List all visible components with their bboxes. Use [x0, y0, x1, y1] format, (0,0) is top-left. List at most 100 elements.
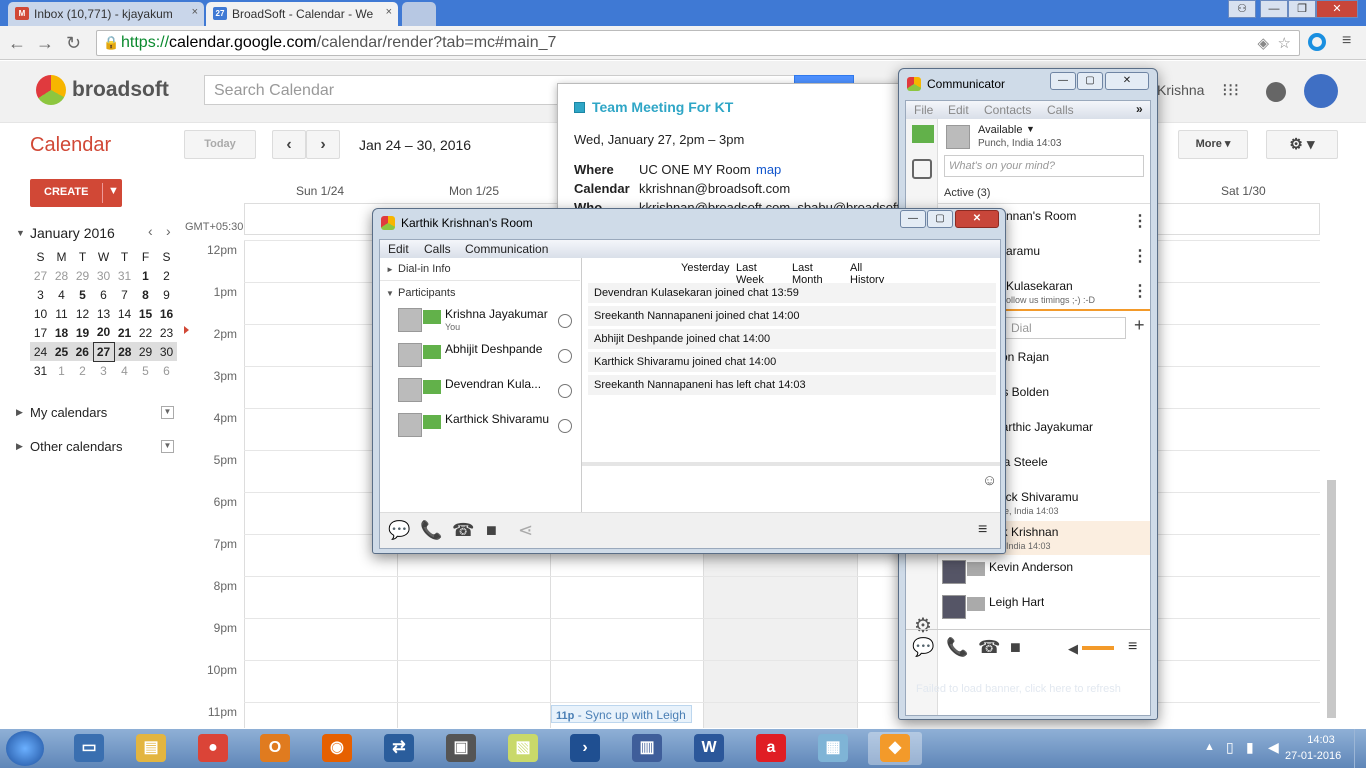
day-cell[interactable]: 16: [156, 304, 177, 323]
chat-bubble-icon[interactable]: [558, 384, 572, 398]
day-cell[interactable]: 31: [30, 361, 51, 380]
settings-gear-icon[interactable]: ⚙: [914, 613, 932, 638]
other-calendars-dropdown-icon[interactable]: ▼: [161, 440, 174, 453]
taskbar-app-button[interactable]: ▣: [434, 732, 488, 765]
settings-gear-icon[interactable]: ⚙ ▾: [1266, 130, 1338, 159]
desk-phone-icon[interactable]: ☎: [978, 637, 1000, 658]
day-cell[interactable]: 18: [51, 323, 72, 342]
menu-overflow-icon[interactable]: »: [1136, 102, 1143, 116]
extension-circle-icon[interactable]: [1308, 33, 1326, 51]
day-cell[interactable]: 12: [72, 304, 93, 323]
day-cell[interactable]: 22: [135, 323, 156, 342]
collapse-triangle-icon[interactable]: ▼: [386, 289, 394, 298]
forward-icon[interactable]: →: [36, 33, 54, 54]
contact-row[interactable]: Kevin Anderson: [938, 556, 1150, 591]
day-cell[interactable]: 19: [72, 323, 93, 342]
add-icon[interactable]: +: [1134, 315, 1145, 336]
tab-calendar[interactable]: 27 BroadSoft - Calendar - We ×: [206, 2, 398, 26]
menu-edit[interactable]: Edit: [948, 103, 969, 117]
other-calendars-link[interactable]: Other calendars: [30, 439, 123, 454]
history-filter[interactable]: Yesterday: [681, 262, 730, 274]
day-cell[interactable]: 27: [30, 266, 51, 285]
tray-arrow-icon[interactable]: ▲: [1204, 741, 1215, 753]
share-icon[interactable]: ⋖: [518, 520, 533, 541]
more-vert-icon[interactable]: ⋮: [1132, 211, 1148, 231]
minimize-button[interactable]: —: [900, 210, 926, 228]
map-link[interactable]: map: [756, 162, 781, 177]
building-icon[interactable]: [912, 159, 932, 179]
back-icon[interactable]: ←: [8, 33, 26, 54]
volume-slider[interactable]: [1082, 646, 1114, 650]
day-cell[interactable]: 2: [72, 361, 93, 380]
day-cell[interactable]: 7: [114, 285, 135, 304]
contact-row[interactable]: Leigh Hart: [938, 591, 1150, 626]
menu-edit[interactable]: Edit: [388, 242, 409, 256]
splitter[interactable]: [582, 462, 1000, 466]
day-cell[interactable]: 2: [156, 266, 177, 285]
day-cell[interactable]: 31: [114, 266, 135, 285]
day-cell[interactable]: 20: [93, 323, 114, 342]
close-button[interactable]: ✕: [1316, 0, 1358, 18]
expand-triangle-icon[interactable]: ▶: [16, 441, 23, 452]
day-cell[interactable]: 29: [135, 342, 156, 361]
reload-icon[interactable]: ↻: [66, 33, 81, 54]
menu-file[interactable]: File: [914, 103, 933, 117]
chat-bubble-icon[interactable]: [558, 419, 572, 433]
day-cell[interactable]: 8: [135, 285, 156, 304]
clock-date[interactable]: 27-01-2016: [1285, 750, 1341, 762]
maximize-button[interactable]: ▢: [1077, 72, 1103, 90]
taskbar-app-button[interactable]: W: [682, 732, 736, 765]
video-icon[interactable]: ■: [1010, 637, 1021, 658]
day-cell[interactable]: 1: [51, 361, 72, 380]
menu-calls[interactable]: Calls: [424, 242, 451, 256]
mini-cal-next-icon[interactable]: ›: [166, 223, 171, 239]
day-cell[interactable]: 25: [51, 342, 72, 361]
day-cell[interactable]: 13: [93, 304, 114, 323]
day-cell[interactable]: 1: [135, 266, 156, 285]
more-button[interactable]: More ▾: [1178, 130, 1248, 159]
taskbar-app-button[interactable]: ●: [186, 732, 240, 765]
show-desktop-button[interactable]: [1354, 729, 1366, 768]
taskbar-app-button[interactable]: ⇄: [372, 732, 426, 765]
event-title[interactable]: Team Meeting For KT: [592, 99, 733, 115]
day-header-mon[interactable]: Mon 1/25: [449, 184, 499, 198]
create-button[interactable]: CREATE ▼: [30, 179, 122, 207]
taskbar-app-button[interactable]: ▥: [620, 732, 674, 765]
taskbar-app-button[interactable]: ▦: [806, 732, 860, 765]
collapse-triangle-icon[interactable]: ▼: [16, 228, 25, 238]
active-section-label[interactable]: Active (3): [944, 187, 990, 199]
volume-icon[interactable]: ◀: [1268, 739, 1279, 756]
mood-input[interactable]: What's on your mind?: [944, 155, 1144, 177]
address-bar[interactable]: 🔒 https://calendar.google.com/calendar/r…: [96, 30, 1300, 56]
taskbar-app-button[interactable]: O: [248, 732, 302, 765]
menu-contacts[interactable]: Contacts: [984, 103, 1031, 117]
event-chip[interactable]: 11p - Sync up with Leigh: [551, 705, 692, 723]
extension-icon[interactable]: ◈: [1257, 34, 1269, 52]
day-cell[interactable]: 6: [156, 361, 177, 380]
day-cell[interactable]: 24: [30, 342, 51, 361]
day-cell[interactable]: 10: [30, 304, 51, 323]
day-cell[interactable]: 11: [51, 304, 72, 323]
day-cell[interactable]: 9: [156, 285, 177, 304]
profile-icon[interactable]: ⚇: [1228, 0, 1256, 18]
participants-label[interactable]: Participants: [398, 287, 455, 299]
my-calendars-link[interactable]: My calendars: [30, 405, 107, 420]
bookmark-star-icon[interactable]: ☆: [1278, 34, 1291, 52]
day-cell[interactable]: 17: [30, 323, 51, 342]
status-label[interactable]: Available: [978, 124, 1022, 136]
phone-icon[interactable]: 📞: [946, 637, 968, 658]
volume-icon[interactable]: ◀: [1068, 641, 1078, 657]
day-header-sun[interactable]: Sun 1/24: [296, 184, 344, 198]
network-icon[interactable]: ▮: [1246, 739, 1254, 756]
day-cell-today[interactable]: 27: [92, 341, 115, 362]
video-icon[interactable]: ■: [486, 520, 497, 541]
chat-icon[interactable]: 💬: [388, 520, 410, 541]
banner-text[interactable]: Failed to load banner, click here to ref…: [916, 683, 1121, 695]
start-orb-icon[interactable]: [6, 731, 44, 766]
expand-triangle-icon[interactable]: ►: [386, 265, 394, 274]
day-cell[interactable]: 23: [156, 323, 177, 342]
day-cell[interactable]: 28: [51, 266, 72, 285]
desk-phone-icon[interactable]: ☎: [452, 520, 474, 541]
day-cell[interactable]: 21: [114, 323, 135, 342]
hamburger-menu-icon[interactable]: ≡: [978, 521, 987, 539]
